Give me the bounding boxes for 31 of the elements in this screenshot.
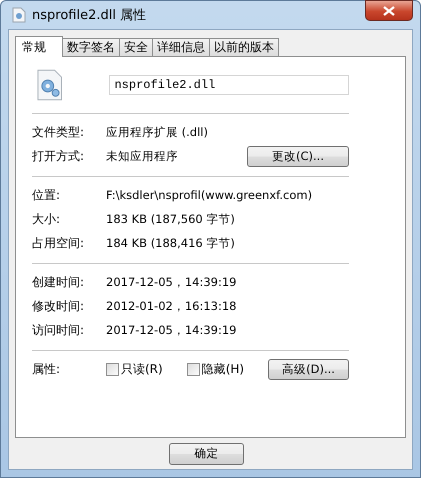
field-label: 修改时间: bbox=[32, 298, 86, 314]
field-value: 2017-12-05，14:39:19 bbox=[106, 274, 236, 290]
window-title: nsprofile2.dll 属性 bbox=[32, 7, 146, 24]
change-button[interactable]: 更改(C)... bbox=[247, 146, 349, 166]
tab[interactable]: 以前的版本 bbox=[209, 38, 279, 56]
field-value: F:\ksdler\nsprofil(www.greenxf.com) bbox=[106, 188, 312, 202]
file-name-field[interactable]: nsprofile2.dll bbox=[109, 75, 349, 95]
field-label: 占用空间: bbox=[32, 234, 86, 252]
field-label: 文件类型: bbox=[32, 124, 86, 140]
field-label: 创建时间: bbox=[32, 274, 86, 290]
field-label: 大小: bbox=[32, 210, 62, 228]
field-value: 未知应用程序 bbox=[106, 148, 178, 164]
checkbox-label: 只读(R) bbox=[121, 360, 163, 378]
checkbox-label: 隐藏(H) bbox=[202, 360, 244, 378]
field-label: 访问时间: bbox=[32, 322, 86, 338]
tab[interactable]: 常规 bbox=[15, 36, 63, 57]
field-label: 打开方式: bbox=[32, 148, 86, 164]
field-value: 应用程序扩展 (.dll) bbox=[106, 124, 208, 140]
checkbox[interactable]: 只读(R) bbox=[106, 360, 163, 378]
field-value: 184 KB (188,416 字节) bbox=[106, 236, 235, 250]
field-value: 2012-01-02，16:13:18 bbox=[106, 298, 236, 314]
tab[interactable]: 数字签名 bbox=[62, 38, 120, 56]
field-value: 2017-12-05，14:39:19 bbox=[106, 322, 236, 338]
checkbox[interactable]: 隐藏(H) bbox=[186, 360, 244, 378]
field-label: 位置: bbox=[32, 186, 62, 204]
ok-button[interactable]: 确定 bbox=[169, 442, 244, 464]
tab[interactable]: 详细信息 bbox=[152, 38, 210, 56]
field-value: 183 KB (187,560 字节) bbox=[106, 212, 235, 226]
tab[interactable]: 安全 bbox=[119, 38, 153, 56]
advanced-button[interactable]: 高级(D)... bbox=[268, 358, 349, 380]
field-label: 属性: bbox=[32, 360, 62, 378]
